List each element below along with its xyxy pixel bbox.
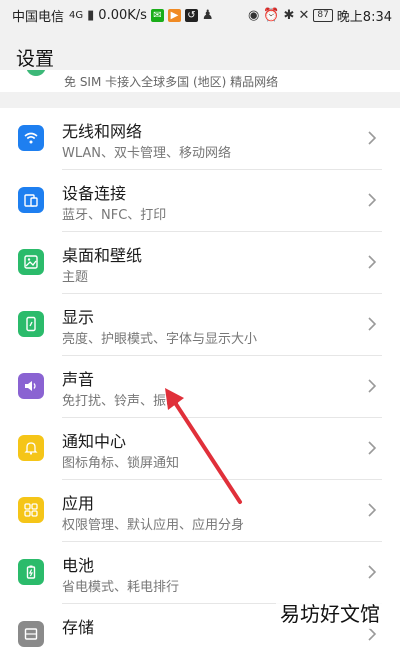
notification-bell-icon xyxy=(18,435,44,461)
mute-icon: ✕ xyxy=(298,7,310,23)
settings-item-7[interactable]: 电池省电模式、耗电排行 xyxy=(0,542,400,604)
settings-item-4[interactable]: 声音免打扰、铃声、振动 xyxy=(0,356,400,418)
settings-list: 无线和网络 WLAN、双卡管理、移动网络设备连接蓝牙、NFC、打印桌面和壁纸主题显… xyxy=(0,108,400,666)
partial-item-icon xyxy=(26,70,46,76)
app-notification-icon-2: ↺ xyxy=(184,8,198,22)
watermark: 易坊好文馆 xyxy=(276,596,384,629)
chevron-right-icon xyxy=(364,130,380,146)
chevron-right-icon xyxy=(364,502,380,518)
wallpaper-icon xyxy=(18,249,44,275)
partial-list-item[interactable]: 免 SIM 卡接入全球多国 (地区) 精品网络 xyxy=(0,70,400,92)
settings-item-subtitle: 权限管理、默认应用、应用分身 xyxy=(62,518,245,533)
settings-item-subtitle: 图标角标、锁屏通知 xyxy=(62,456,180,471)
display-icon xyxy=(18,311,44,337)
settings-item-2[interactable]: 桌面和壁纸 主题 xyxy=(0,232,400,294)
settings-item-title: 存储 xyxy=(62,618,95,637)
carrier-label: 中国电信 xyxy=(12,9,65,25)
settings-item-subtitle: 免打扰、铃声、振动 xyxy=(62,394,180,409)
storage-icon xyxy=(18,621,44,647)
apps-icon xyxy=(18,497,44,523)
settings-item-3[interactable]: 显示亮度、护眼模式、字体与显示大小 xyxy=(0,294,400,356)
settings-item-1[interactable]: 设备连接蓝牙、NFC、打印 xyxy=(0,170,400,232)
device-connection-icon xyxy=(18,187,44,213)
qq-icon: ♟ xyxy=(201,7,214,23)
settings-item-subtitle: 省电模式、耗电排行 xyxy=(62,580,180,595)
settings-item-title: 设备连接 xyxy=(62,184,127,203)
status-bar: 中国电信 4G ▮ 0.00K/s ✉ ▶ ↺ ♟ ◉ ⏰ ✱ ✕ 87 晚上8… xyxy=(0,0,400,30)
settings-item-title: 桌面和壁纸 xyxy=(62,246,143,265)
settings-item-subtitle: 主题 xyxy=(62,270,89,285)
status-bar-right: ◉ ⏰ ✱ ✕ 87 晚上8:34 xyxy=(248,6,392,25)
network-speed: 0.00K/s xyxy=(98,7,147,23)
sound-icon xyxy=(18,373,44,399)
wechat-icon: ✉ xyxy=(150,8,164,22)
app-notification-icon: ▶ xyxy=(167,8,181,22)
settings-item-subtitle: WLAN、双卡管理、移动网络 xyxy=(62,146,232,161)
chevron-right-icon xyxy=(364,316,380,332)
settings-item-6[interactable]: 应用权限管理、默认应用、应用分身 xyxy=(0,480,400,542)
settings-item-5[interactable]: 通知中心图标角标、锁屏通知 xyxy=(0,418,400,480)
alarm-icon: ⏰ xyxy=(263,7,280,23)
battery-level: 87 xyxy=(313,8,333,22)
chevron-right-icon xyxy=(364,192,380,208)
settings-item-title: 应用 xyxy=(62,494,95,513)
battery-icon xyxy=(18,559,44,585)
status-bar-left: 中国电信 4G ▮ 0.00K/s ✉ ▶ ↺ ♟ xyxy=(12,6,214,25)
settings-item-title: 无线和网络 xyxy=(62,122,143,141)
page-title: 设置 xyxy=(16,48,55,70)
chevron-right-icon xyxy=(364,564,380,580)
chevron-right-icon xyxy=(364,440,380,456)
partial-item-text: 免 SIM 卡接入全球多国 (地区) 精品网络 xyxy=(64,75,279,89)
settings-item-title: 显示 xyxy=(62,308,95,327)
bluetooth-icon: ✱ xyxy=(283,7,295,23)
settings-item-title: 通知中心 xyxy=(62,432,127,451)
settings-item-subtitle: 蓝牙、NFC、打印 xyxy=(62,208,167,223)
settings-item-title: 电池 xyxy=(62,556,95,575)
eye-comfort-icon: ◉ xyxy=(248,7,260,23)
chevron-right-icon xyxy=(364,378,380,394)
settings-item-title: 声音 xyxy=(62,370,95,389)
clock: 晚上8:34 xyxy=(336,9,392,25)
signal-indicator: 4G xyxy=(69,9,84,21)
settings-item-0[interactable]: 无线和网络 WLAN、双卡管理、移动网络 xyxy=(0,108,400,170)
settings-item-subtitle: 亮度、护眼模式、字体与显示大小 xyxy=(62,332,258,347)
chevron-right-icon xyxy=(364,254,380,270)
signal-bars-icon: ▮ xyxy=(87,7,95,23)
wifi-icon xyxy=(18,125,44,151)
